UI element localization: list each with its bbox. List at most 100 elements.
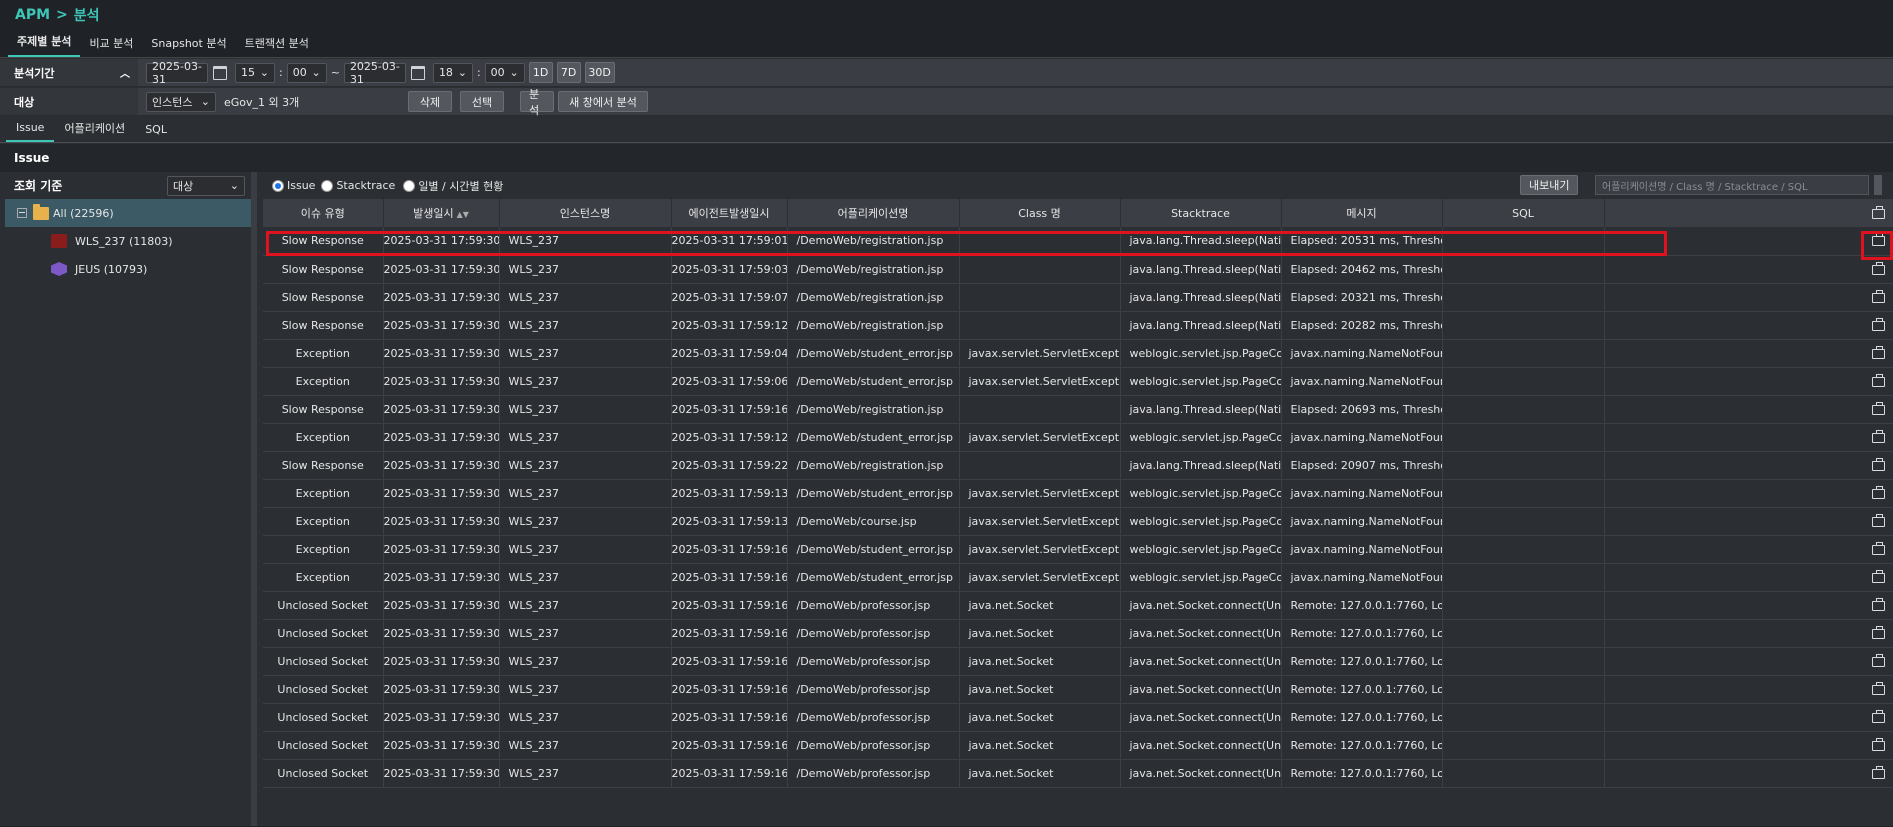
end-calendar-icon[interactable] [410, 65, 425, 80]
cell-class: java.net.Socket [959, 647, 1121, 676]
table-row[interactable]: Exception 2025-03-31 17:59:30 WLS_237 2025-… [263, 367, 1893, 396]
col-application[interactable]: 어플리케이션명 [787, 199, 960, 227]
col-instance[interactable]: 인스턴스명 [499, 199, 672, 227]
table-row[interactable]: Unclosed Socket 2025-03-31 17:59:30 WLS_23… [263, 759, 1893, 788]
analyze-new-window-button[interactable]: 새 창에서 분석 [558, 91, 648, 112]
end-hour-select[interactable]: 18 ⌄ [432, 62, 473, 83]
detail-icon[interactable] [1871, 457, 1885, 471]
start-min-select[interactable]: 00 ⌄ [286, 62, 327, 83]
detail-icon[interactable] [1871, 429, 1885, 443]
table-row[interactable]: Unclosed Socket 2025-03-31 17:59:30 WLS_23… [263, 591, 1893, 620]
cell-message: Remote: 127.0.0.1:7760, Local: 127.0.0.1 [1281, 675, 1443, 704]
cell-stacktrace: java.net.Socket.connect(Unknown Source) [1120, 591, 1282, 620]
detail-icon[interactable] [1871, 485, 1885, 499]
radio-issue[interactable] [272, 179, 284, 192]
cell-issue-type: Slow Response [263, 395, 384, 424]
detail-icon[interactable] [1871, 401, 1885, 415]
table-row[interactable]: Unclosed Socket 2025-03-31 17:59:30 WLS_23… [263, 703, 1893, 732]
col-class[interactable]: Class 명 [959, 199, 1121, 227]
tree-item-wls[interactable]: WLS_237 (11803) [5, 227, 251, 255]
col-message[interactable]: 메시지 [1281, 199, 1443, 227]
criteria-select[interactable]: 대상 ⌄ [167, 175, 245, 196]
start-calendar-icon[interactable] [213, 65, 227, 80]
col-stacktrace[interactable]: Stacktrace [1120, 199, 1282, 227]
search-input[interactable]: 어플리케이션명 / Class 명 / Stacktrace / SQL [1595, 175, 1869, 195]
detail-icon[interactable] [1871, 625, 1885, 639]
detail-icon[interactable] [1871, 737, 1885, 751]
table-row[interactable]: Slow Response 2025-03-31 17:59:30 WLS_237 2… [263, 255, 1893, 284]
tree-collapse-icon[interactable] [17, 208, 27, 218]
table-row[interactable]: Exception 2025-03-31 17:59:30 WLS_237 2025-… [263, 423, 1893, 452]
col-occurred-at[interactable]: 발생일시 ▲▼ [383, 199, 500, 227]
table-row[interactable]: Slow Response 2025-03-31 17:59:30 WLS_237 2… [263, 283, 1893, 312]
issue-table: 이슈 유형 발생일시 ▲▼ 인스턴스명 에이전트발생일시 어플리케이션명 Clas… [263, 199, 1893, 788]
detail-icon[interactable] [1871, 597, 1885, 611]
col-sql[interactable]: SQL [1442, 199, 1605, 227]
tab-snapshot-analysis[interactable]: Snapshot 분석 [142, 35, 235, 57]
tree-item-all[interactable]: All (22596) [5, 199, 251, 227]
radio-daily-hourly[interactable] [403, 179, 416, 192]
detail-icon[interactable] [1871, 373, 1885, 387]
export-button[interactable]: 내보내기 [1520, 175, 1579, 195]
table-row[interactable]: Exception 2025-03-31 17:59:30 WLS_237 2025-… [263, 479, 1893, 508]
delete-button[interactable]: 삭제 [408, 91, 452, 112]
target-type-select[interactable]: 인스턴스 ⌄ [146, 91, 216, 112]
table-row[interactable]: Unclosed Socket 2025-03-31 17:59:30 WLS_23… [263, 675, 1893, 704]
detail-icon[interactable] [1871, 289, 1885, 303]
cell-stacktrace: weblogic.servlet.jsp.PageContextImpl [1120, 367, 1282, 396]
table-row[interactable]: Slow Response 2025-03-31 17:59:30 WLS_237 2… [263, 311, 1893, 340]
tab-sql[interactable]: SQL [135, 123, 177, 142]
tab-compare-analysis[interactable]: 비교 분석 [80, 35, 142, 57]
table-row[interactable]: Unclosed Socket 2025-03-31 17:59:30 WLS_23… [263, 731, 1893, 760]
table-row[interactable]: Unclosed Socket 2025-03-31 17:59:30 WLS_23… [263, 647, 1893, 676]
tab-topic-analysis[interactable]: 주제별 분석 [8, 33, 81, 57]
cell-occurred-at: 2025-03-31 17:59:30 [383, 731, 500, 760]
end-min-select[interactable]: 00 ⌄ [484, 62, 525, 83]
detail-icon[interactable] [1871, 653, 1885, 667]
sort-icon[interactable]: ▲▼ [457, 210, 469, 219]
cell-occurred-at: 2025-03-31 17:59:30 [383, 227, 500, 256]
col-issue-type[interactable]: 이슈 유형 [263, 199, 384, 227]
detail-icon[interactable] [1871, 205, 1885, 219]
cell-sql [1442, 423, 1605, 452]
tab-application[interactable]: 어플리케이션 [54, 120, 135, 142]
table-row[interactable]: Slow Response 2025-03-31 17:59:30 WLS_237 2… [263, 395, 1893, 424]
period-label-cell: 분석기간 ︿ [0, 59, 138, 86]
start-hour-select[interactable]: 15 ⌄ [235, 62, 275, 83]
tree-item-jeus[interactable]: JEUS (10793) [5, 255, 251, 283]
range-1d-button[interactable]: 1D [528, 62, 553, 83]
detail-icon[interactable] [1871, 261, 1885, 275]
end-date-input[interactable]: 2025-03-31 [343, 60, 406, 86]
table-row[interactable]: Exception 2025-03-31 17:59:30 WLS_237 2025-… [263, 507, 1893, 536]
analyze-button[interactable]: 분석 [520, 88, 554, 117]
cell-issue-type: Unclosed Socket [263, 675, 384, 704]
range-30d-button[interactable]: 30D [584, 62, 615, 83]
detail-icon[interactable] [1871, 541, 1885, 555]
detail-icon[interactable] [1871, 513, 1885, 527]
detail-icon[interactable] [1871, 681, 1885, 695]
chevron-down-icon: ⌄ [229, 179, 239, 192]
detail-icon[interactable] [1871, 765, 1885, 779]
table-row[interactable]: Exception 2025-03-31 17:59:30 WLS_237 2025-… [263, 535, 1893, 564]
collapse-chevron-icon[interactable]: ︿ [120, 65, 130, 80]
table-row[interactable]: Exception 2025-03-31 17:59:30 WLS_237 2025-… [263, 563, 1893, 592]
radio-stacktrace[interactable] [321, 179, 334, 192]
select-button[interactable]: 선택 [460, 91, 504, 112]
detail-icon[interactable] [1871, 233, 1885, 247]
start-date-input[interactable]: 2025-03-31 [146, 60, 208, 86]
target-label-cell: 대상 [0, 88, 138, 115]
tab-transaction-analysis[interactable]: 트랜잭션 분석 [236, 35, 318, 57]
col-agent-occurred-at[interactable]: 에이전트발생일시 [671, 199, 788, 227]
table-row[interactable]: Slow Response 2025-03-31 17:59:30 WLS_237 2… [263, 227, 1893, 256]
tab-issue[interactable]: Issue [6, 121, 55, 142]
detail-icon[interactable] [1871, 317, 1885, 331]
detail-icon[interactable] [1871, 569, 1885, 583]
table-row[interactable]: Slow Response 2025-03-31 17:59:30 WLS_237 2… [263, 451, 1893, 480]
detail-icon[interactable] [1871, 345, 1885, 359]
table-row[interactable]: Unclosed Socket 2025-03-31 17:59:30 WLS_23… [263, 619, 1893, 648]
table-row[interactable]: Exception 2025-03-31 17:59:30 WLS_237 2025-… [263, 339, 1893, 368]
breadcrumb-root[interactable]: APM [15, 7, 50, 23]
detail-icon[interactable] [1871, 709, 1885, 723]
search-button[interactable] [1874, 175, 1882, 195]
range-7d-button[interactable]: 7D [556, 62, 581, 83]
